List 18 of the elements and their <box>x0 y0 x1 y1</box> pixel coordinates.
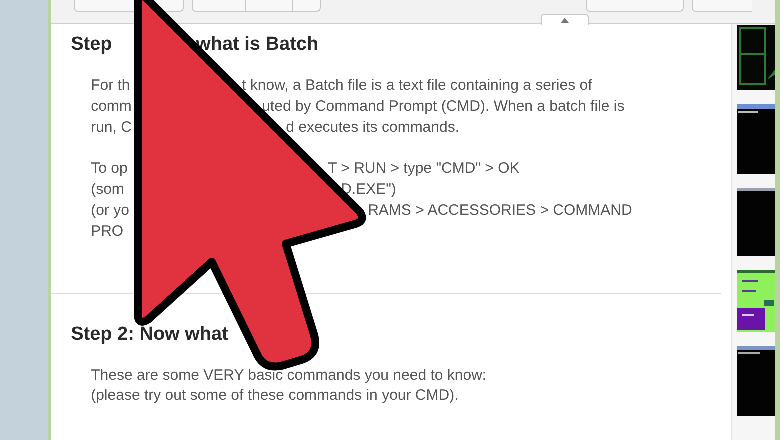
body-text: T > RUN > type "CMD" > OK <box>328 159 520 180</box>
body-text: To op <box>91 160 128 178</box>
body-text: RAMS > ACCESSORIES > COMMAND <box>368 200 632 221</box>
body-text: (som <box>91 181 124 198</box>
step-heading: what is Batch <box>196 33 319 57</box>
body-text: These are some VERY basic commands you need to know: <box>91 366 487 384</box>
step-heading: Step 2: Now what <box>71 324 228 345</box>
body-text: comm <box>91 98 132 115</box>
body-text: run, C <box>91 118 132 136</box>
body-text: (please try out some of these commands in your CMD). <box>91 387 459 404</box>
step-heading: Step <box>71 34 112 55</box>
body-text: For th <box>91 77 130 94</box>
body-text: PRO <box>91 222 124 240</box>
collapse-tab[interactable] <box>541 14 590 25</box>
body-text: (or yo <box>91 202 130 219</box>
body-text: d executes its commands. <box>286 118 460 138</box>
body-text: t know, a Batch file is a text file containing a series of <box>242 76 592 96</box>
body-text: uted by Command Prompt (CMD). When a batch file is <box>262 96 625 117</box>
